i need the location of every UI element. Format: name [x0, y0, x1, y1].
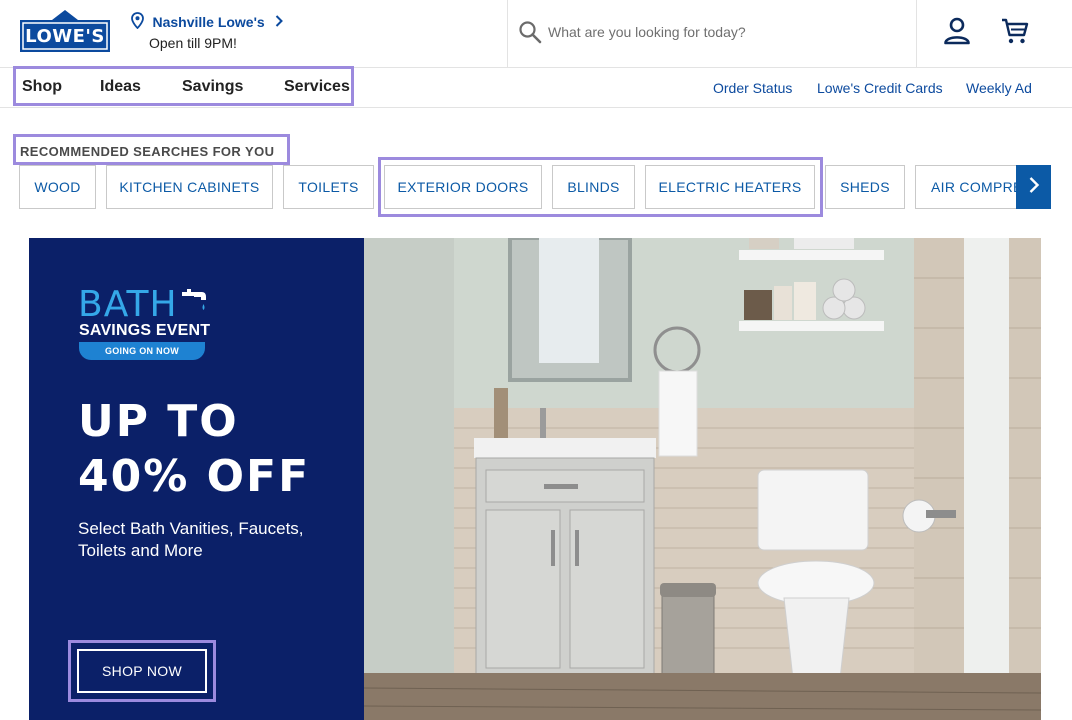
hero-headline-line1: UP TO [78, 396, 239, 447]
search-pill-toilets[interactable]: TOILETS [283, 165, 374, 209]
account-icon[interactable] [942, 16, 972, 46]
faucet-icon [178, 288, 208, 323]
credit-cards-link[interactable]: Lowe's Credit Cards [817, 80, 943, 96]
highlight-box [13, 66, 354, 106]
cart-icon[interactable] [1000, 16, 1030, 46]
search-icon[interactable] [518, 20, 542, 44]
search-pill-air-compressors[interactable]: AIR COMPRE [915, 165, 1025, 209]
search-input[interactable] [546, 18, 900, 46]
hero-headline-line2: 40% OFF [78, 451, 311, 502]
going-on-now-badge: GOING ON NOW [79, 342, 205, 360]
bathroom-hero-image[interactable] [364, 238, 1041, 720]
highlight-box [378, 157, 823, 217]
lowes-logo[interactable]: LOWE'S [20, 10, 110, 52]
chevron-right-icon [275, 14, 284, 32]
chevron-right-icon [1028, 176, 1040, 199]
divider [916, 0, 917, 67]
shop-now-button[interactable]: SHOP NOW [77, 649, 207, 693]
search-pill-sheds[interactable]: SHEDS [825, 165, 905, 209]
weekly-ad-link[interactable]: Weekly Ad [966, 80, 1032, 96]
logo-text: LOWE'S [25, 26, 105, 47]
store-name[interactable]: Nashville Lowe's [152, 14, 264, 30]
store-hours: Open till 9PM! [149, 35, 237, 51]
scroll-right-button[interactable] [1016, 165, 1051, 209]
highlight-box [13, 134, 290, 165]
bath-event-title: BATH [78, 284, 178, 325]
store-selector[interactable]: Nashville Lowe's [131, 12, 284, 34]
order-status-link[interactable]: Order Status [713, 80, 792, 96]
hero-subtext: Select Bath Vanities, Faucets, Toilets a… [78, 519, 304, 560]
divider [507, 0, 508, 67]
savings-event-label: SAVINGS EVENT [79, 322, 211, 339]
location-pin-icon [131, 12, 144, 34]
search-pill-wood[interactable]: WOOD [19, 165, 96, 209]
site-header: LOWE'S Nashville Lowe's Open till 9PM! [0, 0, 1072, 68]
search-pill-kitchen-cabinets[interactable]: KITCHEN CABINETS [106, 165, 273, 209]
